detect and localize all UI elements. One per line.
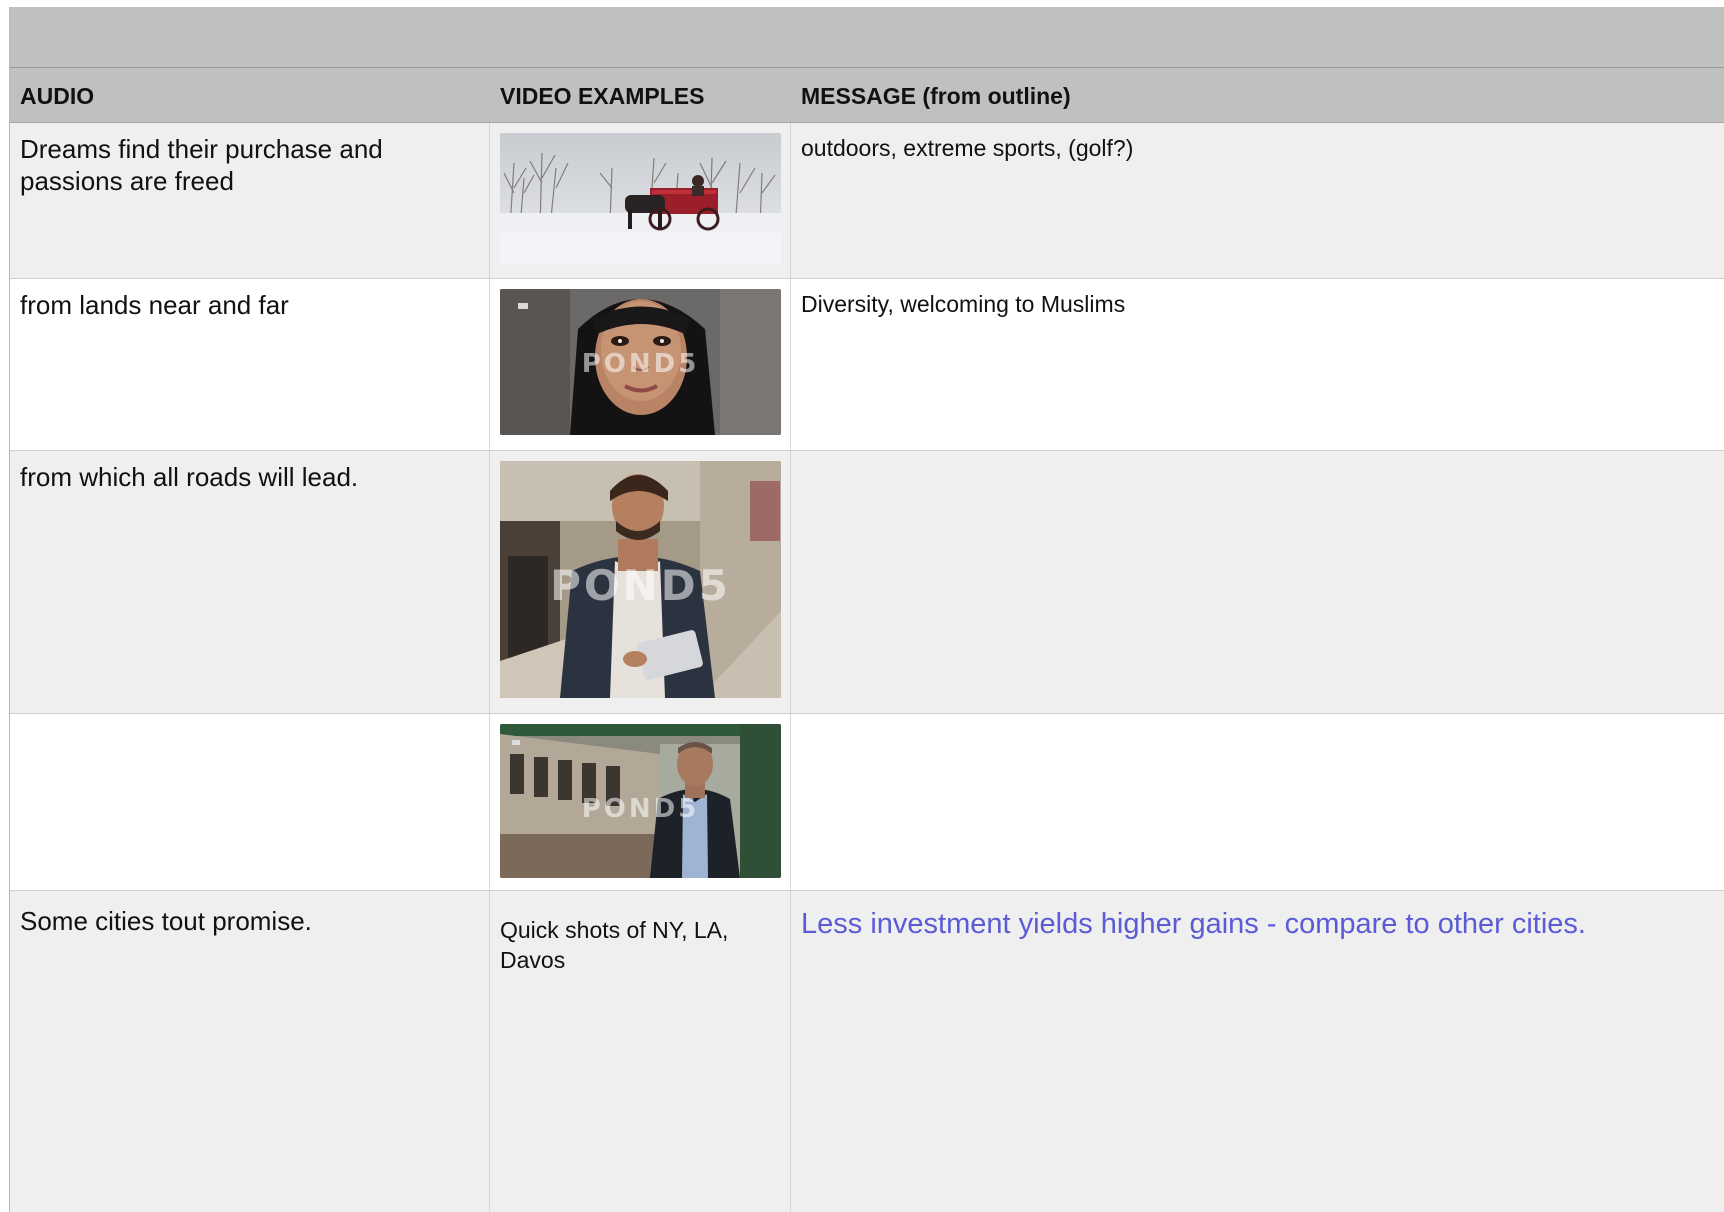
message-text: Diversity, welcoming to Muslims [801, 291, 1126, 317]
message-text: Less investment yields higher gains - co… [801, 908, 1586, 940]
audio-text: Some cities tout promise. [20, 906, 312, 936]
table-title-bar [10, 7, 1724, 68]
message-column-header: MESSAGE (from outline) [801, 83, 1071, 109]
video-cell: Quick shots of NY, LA, Davos [490, 891, 791, 1212]
table-row: from lands near and far POND5 Diversity,… [10, 279, 1724, 451]
video-note-text: Quick shots of NY, LA, Davos [500, 917, 729, 973]
audio-cell [10, 714, 490, 890]
audio-column-header: AUDIO [20, 83, 95, 109]
audio-text: from which all roads will lead. [20, 462, 359, 492]
table-row: Dreams find their purchase and passions … [10, 123, 1724, 279]
video-cell: POND5 [490, 279, 791, 450]
table-row: from which all roads will lead. POND5 [10, 451, 1724, 714]
audio-text: from lands near and far [20, 290, 289, 320]
storyboard-table: AUDIO VIDEO EXAMPLES MESSAGE (from outli… [9, 7, 1724, 1212]
snowy-carriage-ride-image [500, 133, 781, 264]
woman-in-hijab-portrait-image: POND5 [500, 289, 781, 435]
video-cell [490, 123, 791, 278]
message-cell: Diversity, welcoming to Muslims [791, 279, 1724, 450]
table-row: Some cities tout promise. Quick shots of… [10, 891, 1724, 1212]
man-beside-train-image: POND5 [500, 724, 781, 878]
video-cell: POND5 [490, 714, 791, 890]
audio-cell: Some cities tout promise. [10, 891, 490, 1212]
table-header-row: AUDIO VIDEO EXAMPLES MESSAGE (from outli… [10, 68, 1724, 123]
video-cell: POND5 [490, 451, 791, 713]
pond5-watermark: POND5 [550, 561, 731, 610]
video-examples-column-header: VIDEO EXAMPLES [500, 83, 705, 109]
man-with-tablet-on-stairs-image: POND5 [500, 461, 781, 698]
message-cell [791, 451, 1724, 713]
audio-cell: Dreams find their purchase and passions … [10, 123, 490, 278]
table-row: POND5 [10, 714, 1724, 891]
message-text: outdoors, extreme sports, (golf?) [801, 135, 1134, 161]
message-cell [791, 714, 1724, 890]
audio-cell: from which all roads will lead. [10, 451, 490, 713]
audio-cell: from lands near and far [10, 279, 490, 450]
pond5-watermark: POND5 [581, 349, 700, 379]
message-cell: Less investment yields higher gains - co… [791, 891, 1724, 1212]
message-cell: outdoors, extreme sports, (golf?) [791, 123, 1724, 278]
audio-text: Dreams find their purchase and passions … [20, 134, 383, 196]
pond5-watermark: POND5 [581, 794, 700, 824]
